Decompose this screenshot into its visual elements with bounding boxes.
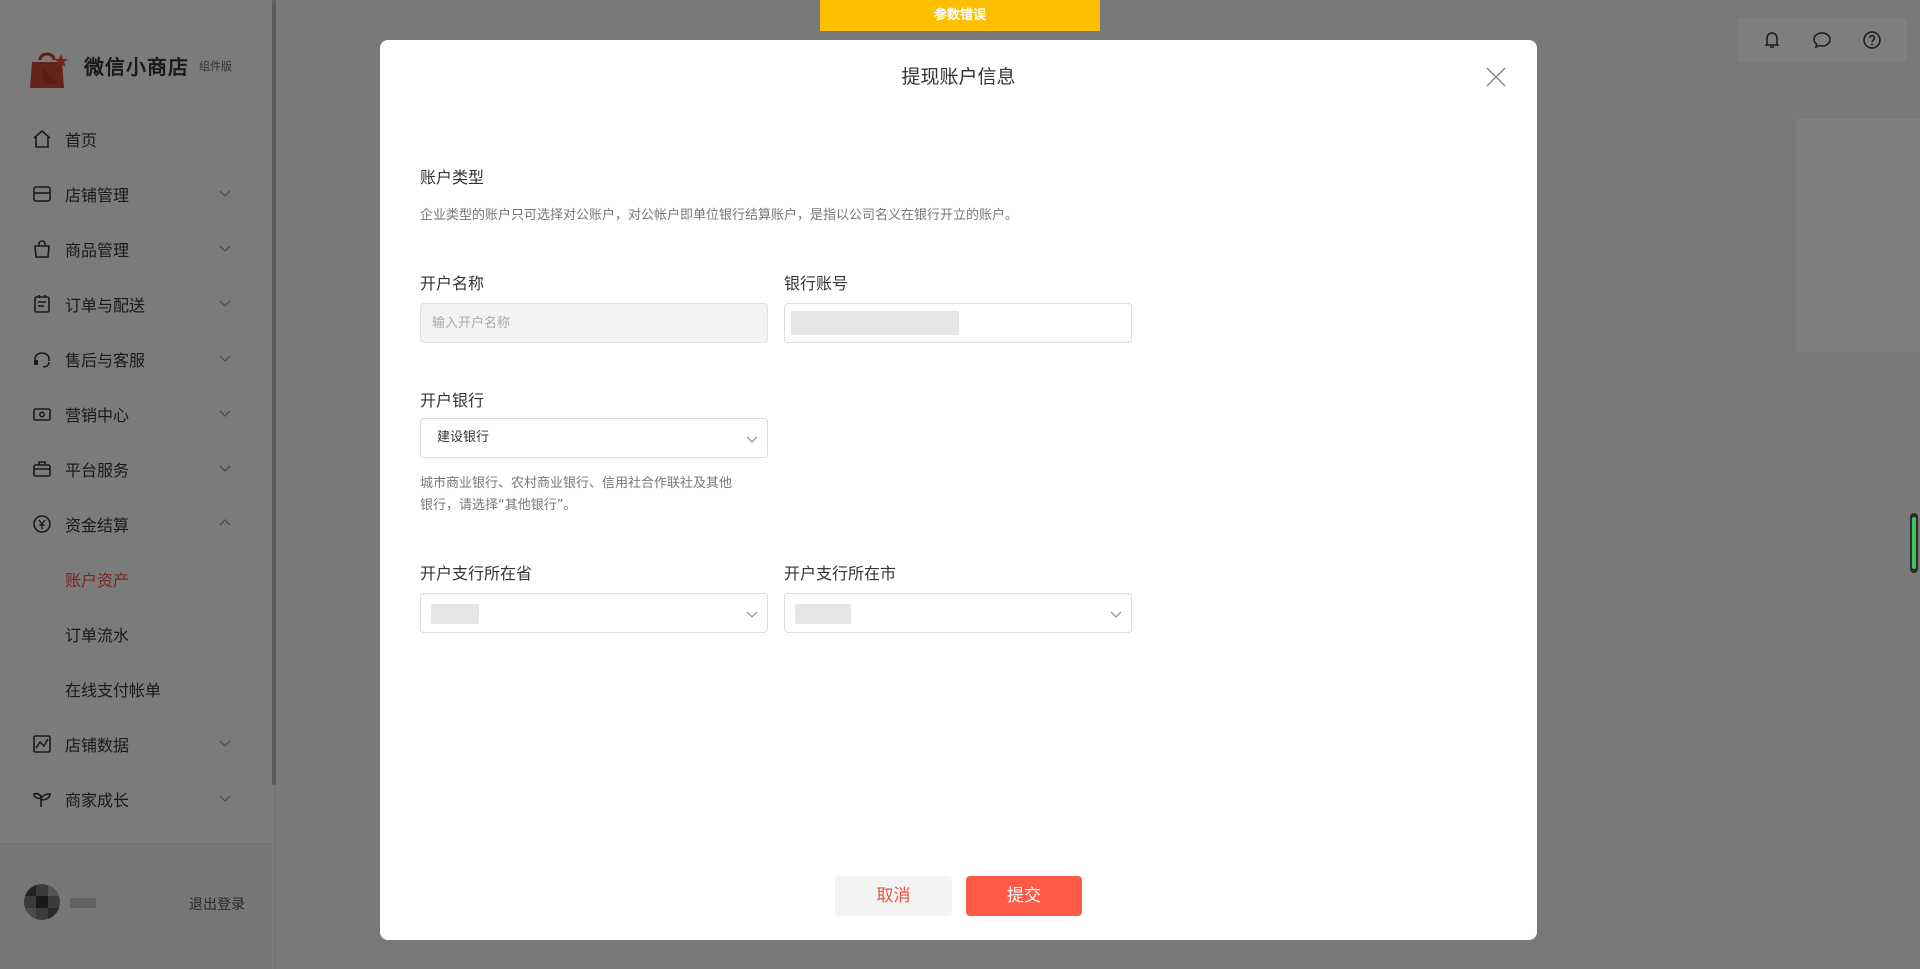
province-select[interactable]: [420, 593, 768, 633]
account-type-hint: 企业类型的账户只可选择对公账户，对公帐户即单位银行结算账户，是指以公司名义在银行…: [420, 208, 1019, 223]
page-scrollbar[interactable]: [1910, 513, 1918, 573]
bank-hint-line2: 银行，请选择“其他银行”。: [420, 498, 577, 513]
account-name-label: 开户名称: [420, 274, 485, 293]
dialog-title: 提现账户信息: [901, 66, 1016, 88]
bank-account-label: 银行账号: [784, 274, 849, 293]
error-toast: 参数错误: [820, 0, 1100, 31]
submit-button[interactable]: 提交: [966, 876, 1082, 916]
bank-select[interactable]: 建设银行: [420, 418, 768, 458]
withdraw-account-dialog: 提现账户信息 账户类型 企业类型的账户只可选择对公账户，对公帐户即单位银行结算账…: [380, 40, 1537, 940]
bank-select-value: 建设银行: [437, 430, 490, 445]
province-label: 开户支行所在省: [420, 564, 533, 583]
city-label: 开户支行所在市: [784, 564, 897, 583]
bank-label: 开户银行: [420, 391, 485, 410]
bank-account-redacted: [791, 311, 959, 335]
close-icon[interactable]: [1485, 66, 1507, 88]
chevron-down-icon: [746, 611, 758, 618]
account-type-label: 账户类型: [420, 168, 485, 187]
bank-account-input[interactable]: [784, 303, 1132, 343]
cancel-button[interactable]: 取消: [835, 876, 952, 916]
account-name-input[interactable]: [420, 303, 768, 343]
city-value-redacted: [795, 604, 851, 624]
city-select[interactable]: [784, 593, 1132, 633]
province-value-redacted: [431, 604, 479, 624]
chevron-down-icon: [746, 436, 758, 443]
chevron-down-icon: [1110, 611, 1122, 618]
bank-hint-line1: 城市商业银行、农村商业银行、信用社合作联社及其他: [420, 476, 733, 491]
